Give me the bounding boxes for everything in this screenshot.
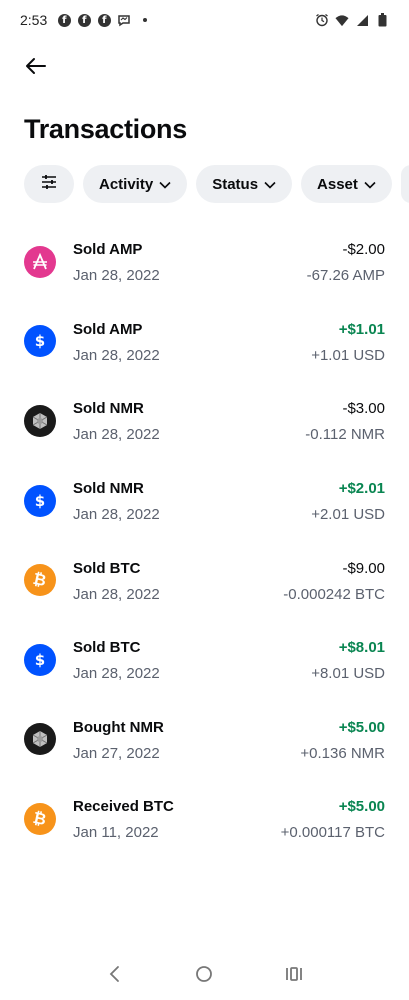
transaction-row[interactable]: $ Sold NMR Jan 28, 2022 +$2.01 +2.01 USD	[0, 461, 409, 541]
chevron-down-icon	[264, 176, 276, 193]
more-filter-chip[interactable]	[400, 165, 409, 203]
transaction-row[interactable]: ₿ Received BTC Jan 11, 2022 +$5.00 +0.00…	[0, 779, 409, 859]
system-recents-button[interactable]	[278, 960, 310, 992]
transaction-date: Jan 28, 2022	[73, 267, 160, 285]
system-nav-bar	[0, 952, 409, 1000]
transaction-fiat-amount: +$5.00	[338, 718, 385, 736]
status-time: 2:53	[20, 12, 48, 28]
battery-icon	[375, 13, 389, 27]
transaction-title: Sold AMP	[73, 241, 143, 259]
facebook-icon: f	[57, 13, 71, 27]
signal-icon	[355, 13, 369, 27]
transaction-title: Sold AMP	[73, 320, 143, 338]
chevron-down-icon	[364, 176, 376, 193]
transaction-crypto-amount: -0.112 NMR	[305, 426, 385, 444]
nmr-icon	[24, 404, 56, 437]
recents-nav-icon	[285, 965, 303, 988]
filter-settings-button[interactable]	[24, 165, 74, 203]
transaction-row[interactable]: Bought NMR Jan 27, 2022 +$5.00 +0.136 NM…	[0, 700, 409, 780]
status-filter-chip[interactable]: Status	[196, 165, 293, 203]
chip-label: Activity	[99, 175, 154, 193]
transaction-title: Sold BTC	[73, 639, 141, 657]
transaction-fiat-amount: +$5.00	[338, 798, 385, 816]
alarm-icon	[315, 13, 329, 27]
btc-icon: ₿	[24, 564, 56, 597]
back-nav-icon	[108, 965, 122, 988]
transaction-date: Jan 28, 2022	[73, 665, 160, 683]
usd-coin-icon: $	[24, 484, 56, 517]
chip-label: Asset	[317, 175, 358, 193]
transaction-crypto-amount: +0.136 NMR	[300, 744, 385, 762]
amp-icon	[24, 245, 56, 278]
btc-icon: ₿	[24, 802, 56, 835]
usd-coin-icon: $	[24, 325, 56, 358]
wifi-icon	[335, 13, 349, 27]
page-title: Transactions	[24, 114, 187, 144]
more-notifications-dot	[143, 18, 148, 22]
transaction-fiat-amount: +$2.01	[338, 480, 385, 498]
activity-filter-chip[interactable]: Activity	[83, 165, 188, 203]
filter-sliders-icon	[40, 174, 58, 194]
transaction-date: Jan 28, 2022	[73, 506, 160, 524]
transaction-fiat-amount: -$9.00	[342, 559, 385, 577]
transaction-date: Jan 28, 2022	[73, 426, 160, 444]
arrow-left-icon	[24, 54, 48, 83]
transaction-row[interactable]: Sold AMP Jan 28, 2022 -$2.00 -67.26 AMP	[0, 222, 409, 302]
transaction-fiat-amount: +$1.01	[338, 320, 385, 338]
transaction-title: Bought NMR	[73, 718, 164, 736]
chevron-down-icon	[159, 176, 171, 193]
transaction-title: Received BTC	[73, 798, 174, 816]
filter-bar: Activity Status Asset	[24, 165, 409, 203]
system-home-button[interactable]	[188, 960, 220, 992]
transaction-fiat-amount: -$3.00	[342, 400, 385, 418]
usd-coin-icon: $	[24, 643, 56, 676]
chip-label: Status	[212, 175, 259, 193]
transaction-row[interactable]: ₿ Sold BTC Jan 28, 2022 -$9.00 -0.000242…	[0, 540, 409, 620]
transaction-date: Jan 27, 2022	[73, 744, 160, 762]
home-nav-icon	[195, 965, 213, 988]
transaction-title: Sold NMR	[73, 400, 144, 418]
transaction-crypto-amount: +0.000117 BTC	[280, 824, 385, 842]
transaction-title: Sold NMR	[73, 480, 144, 498]
asset-filter-chip[interactable]: Asset	[301, 165, 392, 203]
transaction-row[interactable]: $ Sold BTC Jan 28, 2022 +$8.01 +8.01 USD	[0, 620, 409, 700]
status-bar: 2:53 f f f	[0, 0, 409, 40]
facebook-icon: f	[97, 13, 111, 27]
transaction-date: Jan 28, 2022	[73, 346, 160, 364]
transaction-date: Jan 28, 2022	[73, 585, 160, 603]
transaction-crypto-amount: -67.26 AMP	[306, 267, 385, 285]
transaction-crypto-amount: +2.01 USD	[311, 506, 385, 524]
transaction-title: Sold BTC	[73, 559, 141, 577]
messenger-icon	[117, 13, 131, 27]
back-button[interactable]	[20, 52, 52, 84]
system-back-button[interactable]	[99, 960, 131, 992]
transaction-list: Sold AMP Jan 28, 2022 -$2.00 -67.26 AMP …	[0, 222, 409, 859]
transaction-crypto-amount: -0.000242 BTC	[283, 585, 385, 603]
transaction-fiat-amount: +$8.01	[338, 639, 385, 657]
transaction-crypto-amount: +1.01 USD	[311, 346, 385, 364]
transaction-row[interactable]: Sold NMR Jan 28, 2022 -$3.00 -0.112 NMR	[0, 381, 409, 461]
transaction-fiat-amount: -$2.00	[342, 241, 385, 259]
nmr-icon	[24, 723, 56, 756]
facebook-icon: f	[77, 13, 91, 27]
transaction-date: Jan 11, 2022	[73, 824, 159, 842]
transaction-crypto-amount: +8.01 USD	[311, 665, 385, 683]
transaction-row[interactable]: $ Sold AMP Jan 28, 2022 +$1.01 +1.01 USD	[0, 302, 409, 382]
